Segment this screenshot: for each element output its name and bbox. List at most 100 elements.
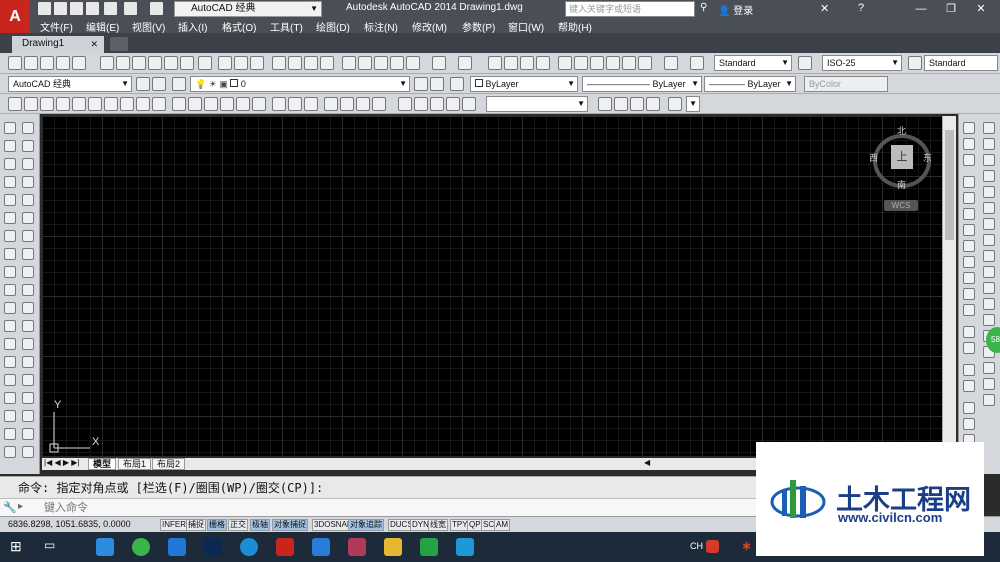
command-recent-icon[interactable]: ▸ xyxy=(18,501,23,512)
redo-tb-icon[interactable] xyxy=(458,56,472,70)
realistic-icon[interactable] xyxy=(148,56,162,70)
login-button[interactable]: 👤 登录 xyxy=(718,2,753,17)
scale-icon[interactable] xyxy=(983,234,995,246)
new-icon[interactable] xyxy=(8,56,22,70)
help-tb-icon[interactable] xyxy=(664,56,678,70)
task-view-icon[interactable]: ▭ xyxy=(44,538,55,552)
ellipse-icon[interactable] xyxy=(4,284,16,296)
tray-app-icon[interactable]: ✱ xyxy=(742,540,751,553)
revcloud-icon[interactable] xyxy=(4,248,16,260)
app-k-icon[interactable] xyxy=(240,538,258,556)
iqiyi-icon[interactable] xyxy=(420,538,438,556)
ucs-face-icon[interactable] xyxy=(963,176,975,188)
save-file-icon[interactable] xyxy=(250,56,264,70)
wrench-icon[interactable]: 🔧 xyxy=(3,501,17,514)
menu-parametric[interactable]: 参数(P) xyxy=(462,19,495,34)
layer-state-icon[interactable] xyxy=(40,56,54,70)
ime-icon[interactable] xyxy=(706,540,719,553)
walk-icon[interactable] xyxy=(462,97,476,111)
app-icon-1[interactable] xyxy=(96,538,114,556)
conceptual-icon[interactable] xyxy=(164,56,178,70)
array-icon[interactable] xyxy=(983,186,995,198)
command-input[interactable] xyxy=(30,500,730,515)
dim-angular-icon[interactable] xyxy=(22,248,34,260)
linetype-select[interactable]: ——————— ByLayer ▼ xyxy=(582,76,702,92)
jogged-linear-icon[interactable] xyxy=(22,410,34,422)
design-center-icon[interactable] xyxy=(574,56,588,70)
snap-midpoint-icon[interactable] xyxy=(963,418,975,430)
shaded-icon[interactable] xyxy=(180,56,194,70)
viewport-single-icon[interactable] xyxy=(614,97,628,111)
ucs-view-icon[interactable] xyxy=(963,208,975,220)
zoom-realtime-icon[interactable] xyxy=(504,56,518,70)
dim-style-select[interactable]: ISO-25 ▼ xyxy=(822,55,902,71)
quick-dim-icon[interactable] xyxy=(22,266,34,278)
drawing-canvas[interactable] xyxy=(42,116,942,456)
status-infer[interactable]: INFER xyxy=(160,519,188,531)
qnew-icon[interactable] xyxy=(218,56,232,70)
dim-break-icon[interactable] xyxy=(22,338,34,350)
clip-icon[interactable] xyxy=(668,97,682,111)
autocad-taskbar-icon[interactable] xyxy=(276,538,294,556)
undo-tb-icon[interactable] xyxy=(432,56,446,70)
status-am[interactable]: AM xyxy=(494,519,510,531)
preview-icon[interactable] xyxy=(288,56,302,70)
polyline-icon[interactable] xyxy=(4,158,16,170)
app-w-icon[interactable] xyxy=(456,538,474,556)
dim-edit-icon[interactable] xyxy=(22,428,34,440)
insert-block-icon[interactable] xyxy=(4,320,16,332)
menu-insert[interactable]: 插入(I) xyxy=(178,19,207,34)
manage-styles-icon[interactable] xyxy=(198,56,212,70)
ellipse-arc-icon[interactable] xyxy=(4,302,16,314)
viewport-scale-select[interactable]: ▼ xyxy=(686,96,700,112)
snap-endpoint-icon[interactable] xyxy=(963,402,975,414)
menu-window[interactable]: 窗口(W) xyxy=(508,19,544,34)
status-lineweight[interactable]: 线宽 xyxy=(428,519,448,531)
app-doc-icon[interactable] xyxy=(312,538,330,556)
ucs-x-icon[interactable] xyxy=(963,224,975,236)
close-button[interactable]: ✕ xyxy=(966,0,996,18)
dim-jogged-icon[interactable] xyxy=(22,212,34,224)
mtext-icon[interactable] xyxy=(4,446,16,458)
break-point-icon[interactable] xyxy=(983,298,995,310)
open-file-icon[interactable] xyxy=(54,2,67,15)
paste-icon[interactable] xyxy=(374,56,388,70)
dim-diameter-icon[interactable] xyxy=(22,230,34,242)
3d-align-icon[interactable] xyxy=(340,97,354,111)
tab-layout2[interactable]: 布局2 xyxy=(152,458,186,470)
revolve-icon[interactable] xyxy=(220,97,234,111)
ucs-object-icon[interactable] xyxy=(963,192,975,204)
menu-tools[interactable]: 工具(T) xyxy=(270,19,303,34)
sphere-icon[interactable] xyxy=(72,97,86,111)
copy-object-icon[interactable] xyxy=(983,138,995,150)
dim-space-icon[interactable] xyxy=(22,320,34,332)
new-tab-button[interactable] xyxy=(110,37,128,51)
wireframe-icon[interactable] xyxy=(116,56,130,70)
ucs-origin-icon[interactable] xyxy=(963,122,975,134)
table-icon[interactable] xyxy=(4,428,16,440)
status-osnap[interactable]: 对象捕捉 xyxy=(272,519,308,531)
vertical-scrollbar[interactable] xyxy=(942,116,956,456)
layer-select[interactable]: 💡 ☀ ▣ 0 ▼ xyxy=(190,76,410,92)
markup-icon[interactable] xyxy=(622,56,636,70)
point-icon[interactable] xyxy=(4,356,16,368)
dim-baseline-icon[interactable] xyxy=(22,284,34,296)
dim-continue-icon[interactable] xyxy=(22,302,34,314)
zoom-3d-icon[interactable] xyxy=(414,97,428,111)
wedge-icon[interactable] xyxy=(40,97,54,111)
compass-west[interactable]: 西 xyxy=(869,151,878,164)
viewcube[interactable]: 上 北 南 东 西 xyxy=(869,126,933,190)
dim-update-icon[interactable] xyxy=(22,446,34,458)
viewcube-face[interactable]: 上 xyxy=(891,145,913,169)
line-icon[interactable] xyxy=(4,122,16,134)
binoculars-icon[interactable]: ⚲ xyxy=(700,2,707,13)
viewport-poly-icon[interactable] xyxy=(630,97,644,111)
tool-palette-icon[interactable] xyxy=(590,56,604,70)
fillet-icon[interactable] xyxy=(983,362,995,374)
workspace-combo[interactable]: AutoCAD 经典 ▼ xyxy=(8,76,132,92)
dim-aligned-icon[interactable] xyxy=(22,140,34,152)
compass-south[interactable]: 南 xyxy=(897,178,906,191)
lineweight-select[interactable]: ———— ByLayer ▼ xyxy=(704,76,796,92)
dim-linear-icon[interactable] xyxy=(22,122,34,134)
zoom-window-icon[interactable] xyxy=(520,56,534,70)
